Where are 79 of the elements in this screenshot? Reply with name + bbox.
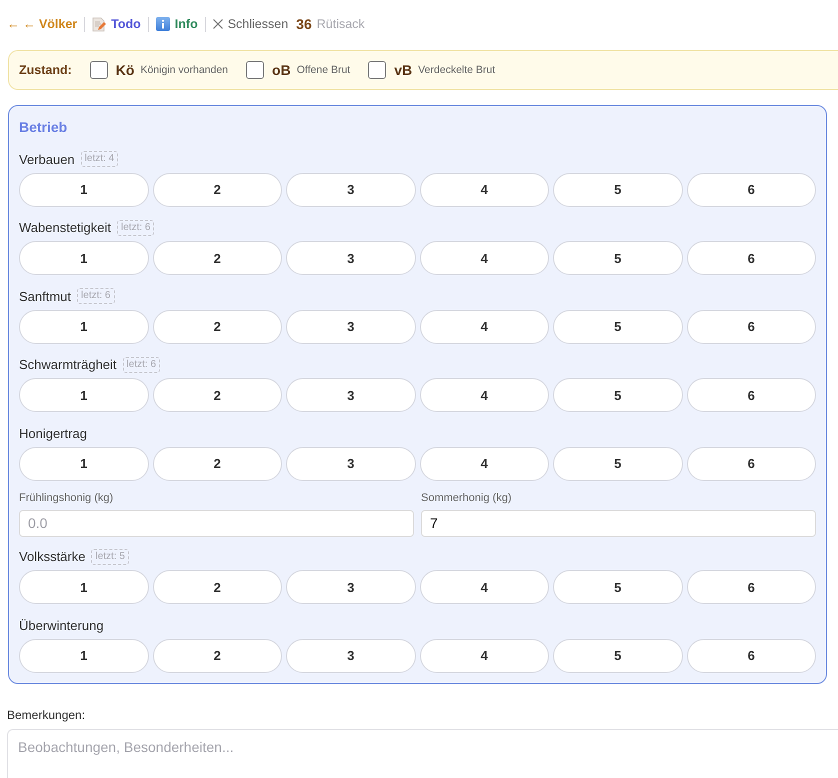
rating-label: Verbauen <box>19 152 75 166</box>
rating-button[interactable]: 2 <box>152 310 282 344</box>
rating-button[interactable]: 1 <box>19 378 148 412</box>
input-field[interactable]: 0.0 <box>19 510 414 536</box>
rating-button[interactable]: 4 <box>420 378 549 412</box>
field-label: Frühlingshonig (kg) <box>19 490 114 504</box>
rating-button[interactable]: 4 <box>420 241 549 275</box>
rating-button[interactable]: 2 <box>152 638 282 672</box>
status-code: vB <box>394 62 412 78</box>
rating-button[interactable]: 2 <box>152 172 282 206</box>
panel-title: Betrieb <box>19 118 68 136</box>
field-label: Sommerhonig (kg) <box>421 490 512 504</box>
rating-button[interactable]: 5 <box>553 570 682 604</box>
rating-button[interactable]: 1 <box>19 172 148 206</box>
rating-button[interactable]: 4 <box>420 638 549 672</box>
rating-button[interactable]: 4 <box>420 172 549 206</box>
rating-button[interactable]: 2 <box>152 378 282 412</box>
info-link[interactable]: Info <box>156 17 198 31</box>
rating-button[interactable]: 5 <box>553 241 682 275</box>
rating-button[interactable]: 3 <box>286 446 416 480</box>
rating-label: Wabenstetigkeit <box>19 220 112 235</box>
last-value-badge: letzt: 6 <box>117 220 154 236</box>
rating-button[interactable]: 3 <box>286 638 416 672</box>
rating-button[interactable]: 5 <box>553 638 682 672</box>
checkbox[interactable] <box>246 61 264 79</box>
rating-button[interactable]: 3 <box>286 172 416 206</box>
rating-button[interactable]: 5 <box>553 446 682 480</box>
checkbox-label: Verdeckelte Brut <box>418 64 496 76</box>
rating-button[interactable]: 2 <box>152 241 282 275</box>
checkbox[interactable] <box>90 61 108 79</box>
rating-button[interactable]: 3 <box>286 378 416 412</box>
rating-button[interactable]: 6 <box>686 378 816 412</box>
last-value-badge: letzt: 4 <box>80 151 118 167</box>
info-icon <box>156 17 170 31</box>
status-code: oB <box>272 62 291 78</box>
last-value-badge: letzt: 6 <box>77 288 114 304</box>
todo-link[interactable]: Todo <box>92 16 141 32</box>
rating-button[interactable]: 1 <box>19 446 148 480</box>
rating-button[interactable]: 1 <box>19 638 148 672</box>
hive-name: Rütisack <box>316 17 365 31</box>
memo-icon <box>92 16 106 32</box>
status-code: Kö <box>116 62 134 78</box>
rating-button[interactable]: 4 <box>420 446 549 480</box>
rating-button[interactable]: 5 <box>553 310 682 344</box>
rating-button[interactable]: 3 <box>286 241 416 275</box>
checkbox[interactable] <box>368 61 386 79</box>
checkbox-label: Königin vorhanden <box>140 64 228 76</box>
rating-button[interactable]: 5 <box>553 378 682 412</box>
rating-label: Volksstärke <box>19 549 86 564</box>
close-icon <box>212 19 223 29</box>
remarks-textarea[interactable]: Beobachtungen, Besonderheiten... <box>7 728 838 778</box>
rating-button[interactable]: 1 <box>19 241 148 275</box>
rating-button[interactable]: 4 <box>420 310 549 344</box>
rating-button[interactable]: 5 <box>553 172 682 206</box>
rating-button[interactable]: 6 <box>686 570 816 604</box>
rating-button[interactable]: 1 <box>19 310 148 344</box>
rating-button[interactable]: 3 <box>286 570 416 604</box>
last-value-badge: letzt: 5 <box>91 548 129 564</box>
rating-label: Honigertrag <box>19 426 87 440</box>
close-link[interactable]: Schliessen <box>212 17 288 31</box>
last-value-badge: letzt: 6 <box>122 356 160 372</box>
rating-label: Schwarmträgheit <box>19 357 117 372</box>
rating-button[interactable]: 3 <box>286 310 416 344</box>
rating-button[interactable]: 2 <box>152 446 282 480</box>
rating-button[interactable]: 6 <box>686 172 816 206</box>
hive-number: 36 <box>296 16 312 32</box>
rating-button[interactable]: 6 <box>686 310 816 344</box>
status-label: Zustand: <box>19 63 72 77</box>
checkbox-label: Offene Brut <box>296 64 350 76</box>
rating-button[interactable]: 6 <box>686 446 816 480</box>
rating-button[interactable]: 1 <box>19 570 148 604</box>
input-field[interactable]: 7 <box>421 510 816 536</box>
rating-button[interactable]: 2 <box>152 570 282 604</box>
rating-button[interactable]: 4 <box>420 570 549 604</box>
rating-label: Sanftmut <box>19 288 72 304</box>
rating-label: Überwinterung <box>19 618 104 632</box>
rating-button[interactable]: 6 <box>686 638 816 672</box>
rating-button[interactable]: 6 <box>686 241 816 275</box>
remarks-label: Bemerkungen: <box>7 706 86 722</box>
